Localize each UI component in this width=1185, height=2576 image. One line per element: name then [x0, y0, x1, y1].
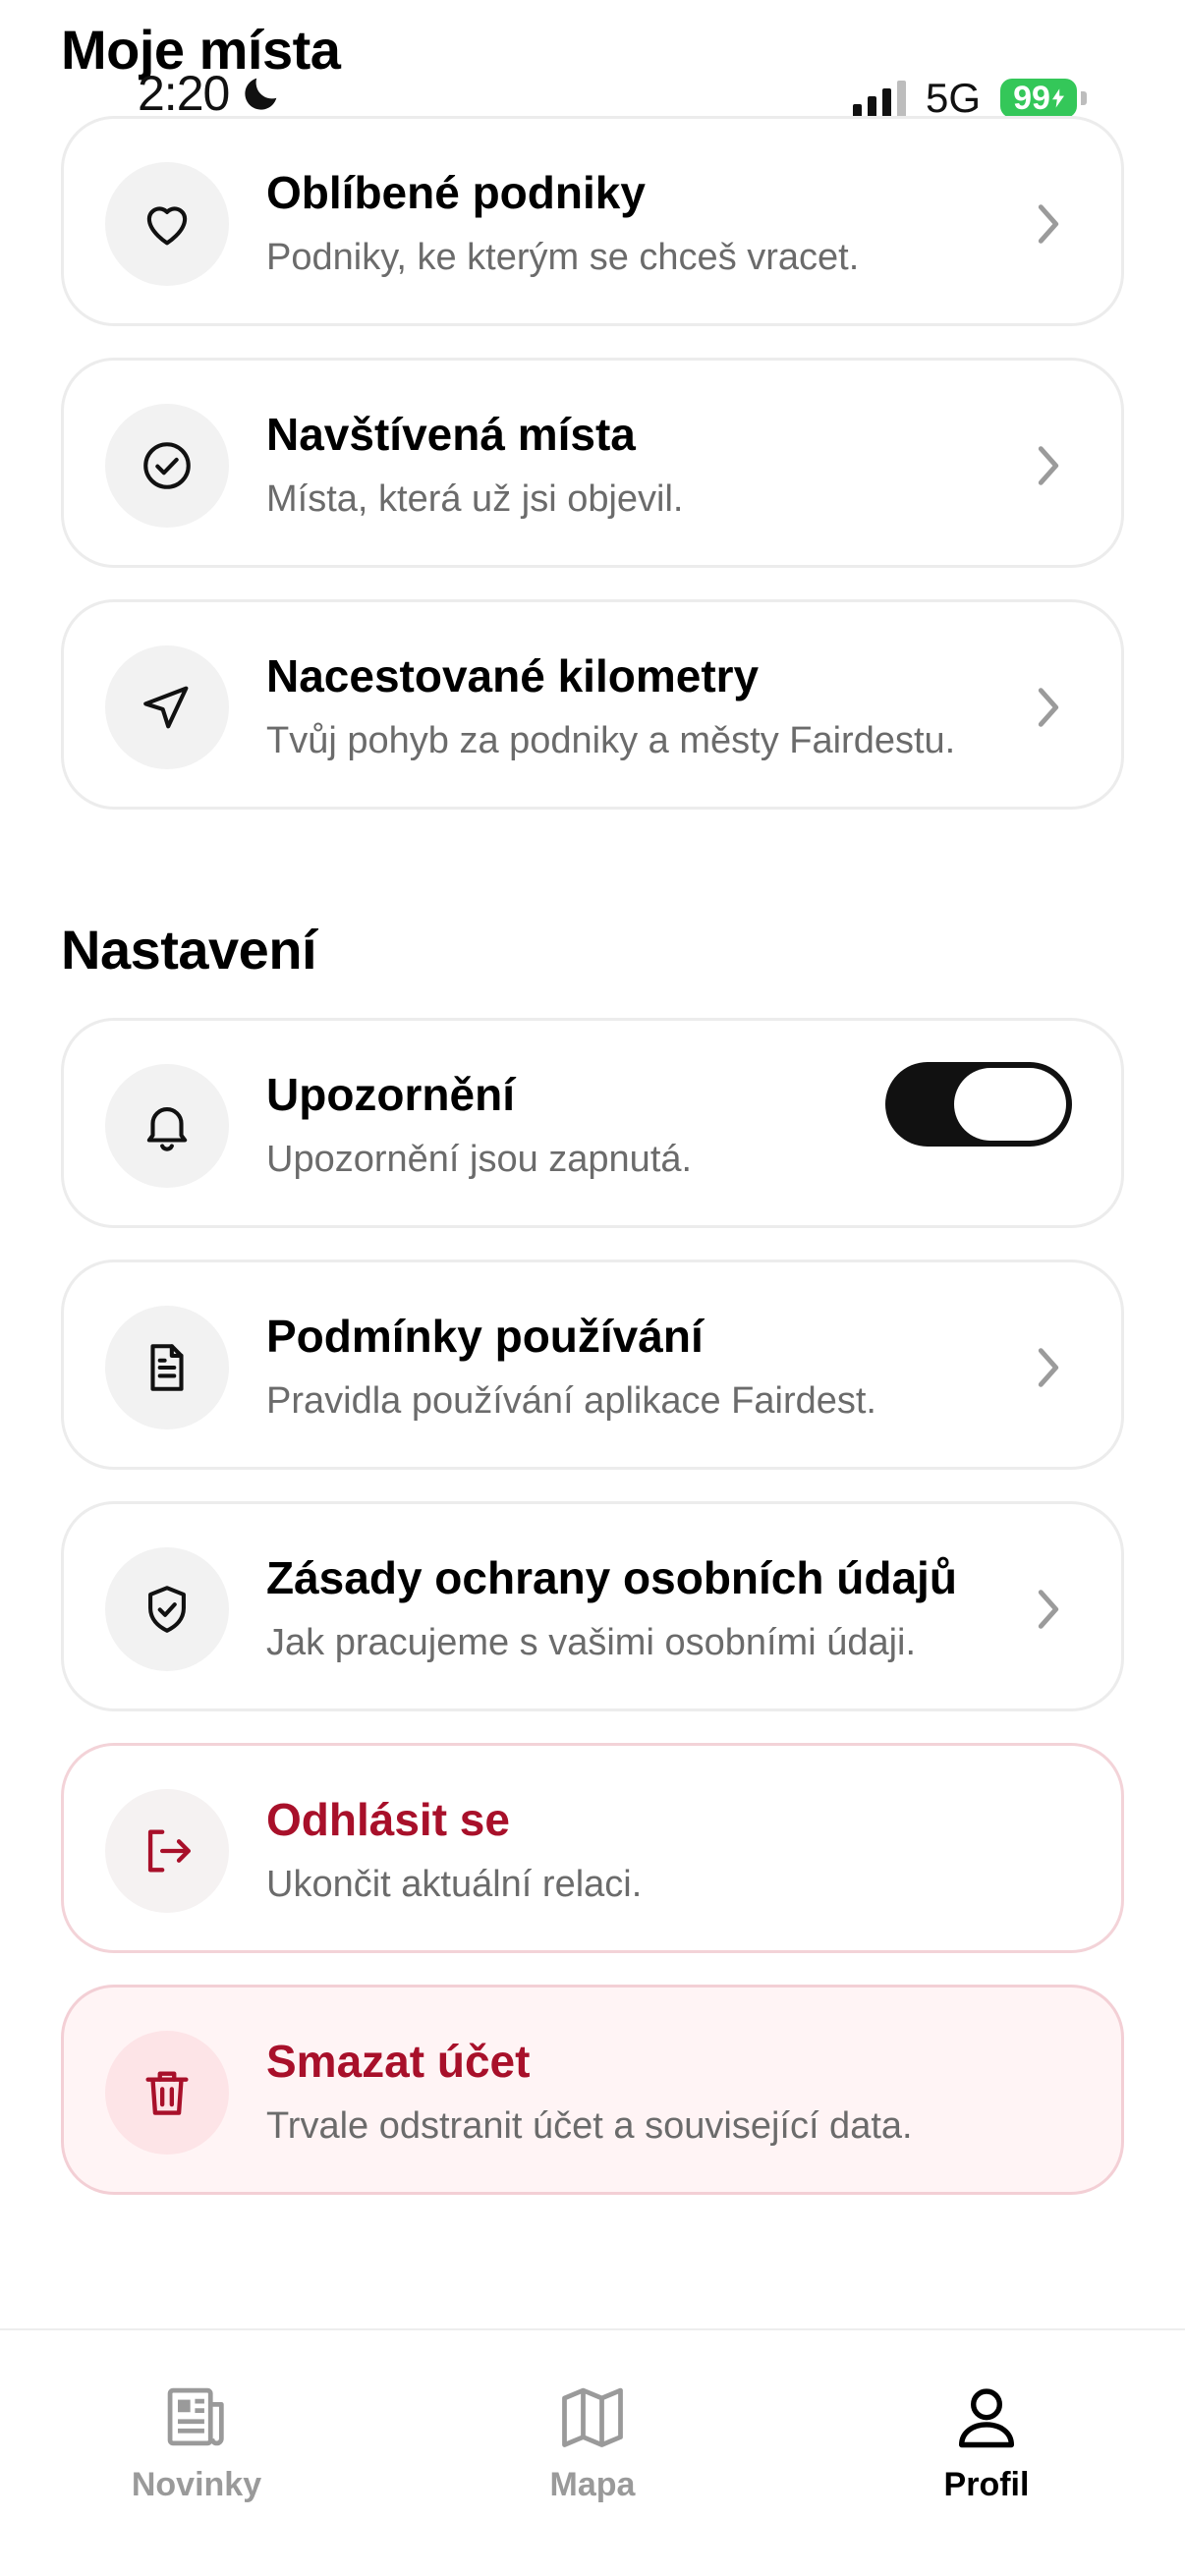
tab-novinky[interactable]: Novinky — [79, 2380, 314, 2504]
delete-account-button[interactable]: Smazat účet Trvale odstranit účet a souv… — [61, 1985, 1124, 2195]
tab-profil[interactable]: Profil — [869, 2380, 1104, 2504]
user-icon — [958, 2388, 1015, 2448]
item-title: Podmínky používání — [266, 1311, 704, 1362]
icon-circle — [105, 1306, 229, 1429]
item-subtitle: Jak pracujeme s vašimi osobními údaji. — [266, 1622, 917, 1663]
item-title: Navštívená místa — [266, 409, 636, 460]
icon-circle — [105, 1547, 229, 1671]
shield-check-icon — [148, 1586, 186, 1633]
charging-bolt-icon — [1051, 88, 1064, 108]
item-subtitle: Trvale odstranit účet a související data… — [266, 2105, 913, 2147]
check-circle-icon — [143, 442, 191, 489]
item-title: Odhlásit se — [266, 1794, 510, 1845]
icon-circle — [105, 1789, 229, 1913]
item-subtitle: Podniky, ke kterým se chceš vracet. — [266, 237, 860, 278]
tab-label: Mapa — [549, 2466, 636, 2503]
toggle-knob — [954, 1068, 1066, 1141]
notifications-item: Upozornění Upozornění jsou zapnutá. — [61, 1018, 1124, 1228]
item-title: Upozornění — [266, 1069, 515, 1120]
privacy-policy-item[interactable]: Zásady ochrany osobních údajů Jak pracuj… — [61, 1501, 1124, 1711]
signal-icon — [852, 79, 906, 118]
map-icon — [562, 2387, 623, 2447]
battery-icon: 99 — [1000, 79, 1087, 118]
item-title: Nacestované kilometry — [266, 650, 760, 701]
battery-level: 99 — [1013, 79, 1050, 117]
item-subtitle: Ukončit aktuální relaci. — [266, 1864, 643, 1905]
status-time-text: 2:20 — [138, 66, 230, 121]
tab-mapa[interactable]: Mapa — [475, 2380, 710, 2504]
terms-of-use-item[interactable]: Podmínky používání Pravidla používání ap… — [61, 1260, 1124, 1470]
item-subtitle: Tvůj pohyb za podniky a městy Fairdestu. — [266, 720, 956, 761]
icon-circle — [105, 162, 229, 286]
item-title: Oblíbené podniky — [266, 167, 646, 218]
chevron-right-icon — [1038, 688, 1059, 727]
item-subtitle: Pravidla používání aplikace Fairdest. — [266, 1380, 876, 1422]
section-title-settings: Nastavení — [61, 919, 317, 980]
status-time: 2:20 — [138, 65, 284, 122]
bell-icon — [146, 1107, 188, 1151]
favorite-places-item[interactable]: Oblíbené podniky Podniky, ke kterým se c… — [61, 116, 1124, 326]
bottom-tab-bar: Novinky Mapa Profil — [0, 2328, 1185, 2576]
chevron-right-icon — [1038, 1590, 1059, 1629]
item-title: Smazat účet — [266, 2036, 531, 2087]
status-indicators: 5G 99 — [852, 75, 1087, 122]
icon-circle — [105, 1064, 229, 1188]
navigation-arrow-icon — [143, 686, 189, 729]
tab-label: Novinky — [131, 2466, 262, 2503]
moon-icon — [245, 78, 277, 110]
heart-icon — [146, 206, 188, 246]
chevron-right-icon — [1038, 1348, 1059, 1387]
network-type: 5G — [925, 75, 981, 121]
icon-circle — [105, 645, 229, 769]
chevron-right-icon — [1038, 204, 1059, 244]
visited-places-item[interactable]: Navštívená místa Místa, která už jsi obj… — [61, 358, 1124, 568]
profile-screen: Moje místa 2:20 5G 99 Oblíbené podniky P… — [0, 0, 1185, 2576]
notifications-toggle[interactable] — [885, 1062, 1072, 1147]
icon-circle — [105, 404, 229, 528]
document-icon — [150, 1344, 184, 1391]
traveled-kilometers-item[interactable]: Nacestované kilometry Tvůj pohyb za podn… — [61, 599, 1124, 810]
item-subtitle: Místa, která už jsi objevil. — [266, 478, 684, 520]
logout-button[interactable]: Odhlásit se Ukončit aktuální relaci. — [61, 1743, 1124, 1953]
chevron-right-icon — [1038, 446, 1059, 485]
newspaper-icon — [167, 2387, 224, 2446]
trash-icon — [145, 2071, 189, 2115]
item-title: Zásady ochrany osobních údajů — [266, 1552, 957, 1603]
icon-circle — [105, 2031, 229, 2155]
tab-label: Profil — [943, 2466, 1030, 2503]
logout-icon — [147, 1829, 191, 1873]
item-subtitle: Upozornění jsou zapnutá. — [266, 1139, 693, 1180]
